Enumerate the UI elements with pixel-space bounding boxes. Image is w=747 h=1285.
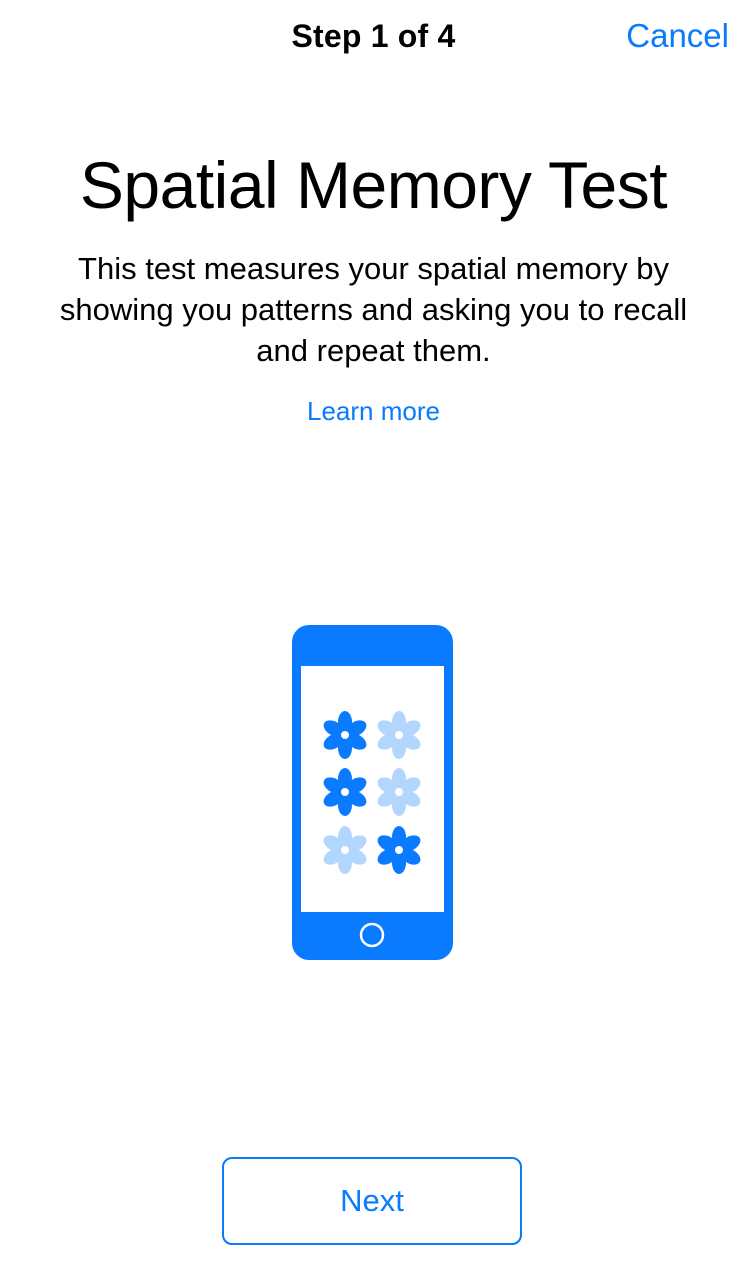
navigation-bar: Step 1 of 4 Cancel — [0, 0, 747, 72]
page-title: Spatial Memory Test — [79, 148, 668, 222]
phone-screen — [301, 666, 444, 912]
phone-with-flowers-icon — [292, 625, 453, 960]
cancel-button[interactable]: Cancel — [626, 14, 729, 58]
test-description: This test measures your spatial memory b… — [59, 251, 688, 368]
learn-more-link[interactable]: Learn more — [0, 392, 747, 430]
next-button[interactable]: Next — [222, 1157, 522, 1245]
